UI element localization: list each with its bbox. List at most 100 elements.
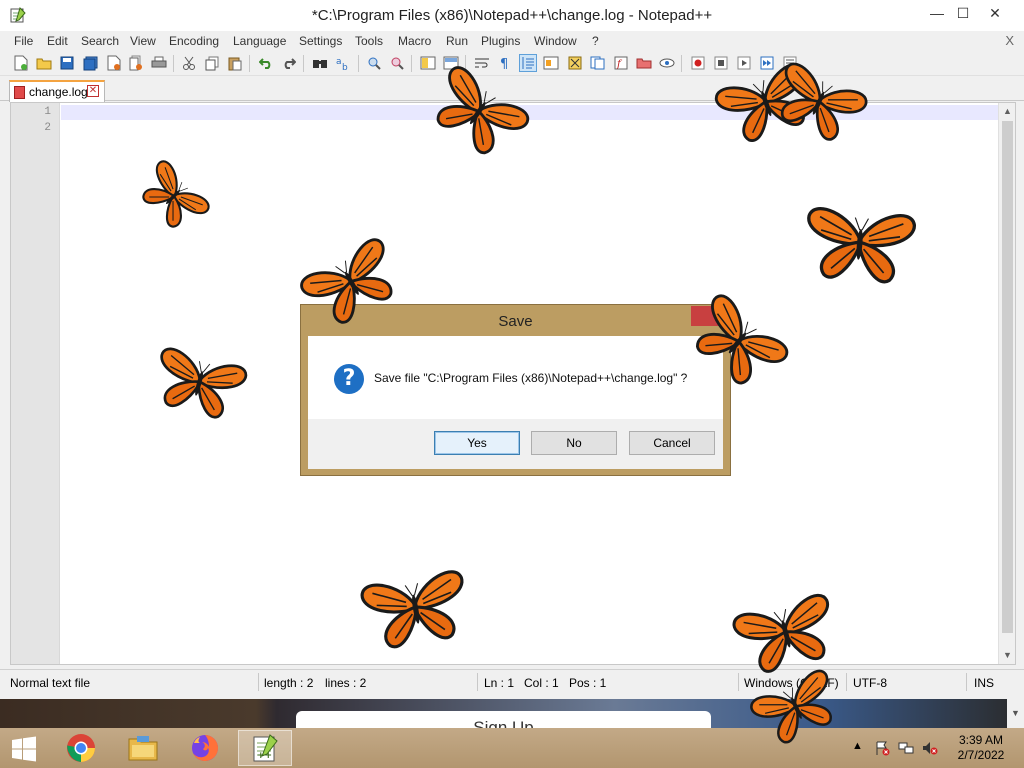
chrome-taskbar-button[interactable]	[54, 730, 108, 766]
close-file-icon[interactable]	[105, 54, 123, 72]
menu-help[interactable]: ?	[592, 34, 599, 48]
yes-button[interactable]: Yes	[434, 431, 520, 455]
undo-icon[interactable]	[257, 54, 275, 72]
print-icon[interactable]	[150, 54, 168, 72]
status-separator	[846, 673, 847, 691]
notepadpp-taskbar-button[interactable]: ++	[238, 730, 292, 766]
status-insert-mode: INS	[974, 676, 995, 690]
maximize-icon: ☐	[956, 4, 970, 21]
word-wrap-icon[interactable]	[473, 54, 491, 72]
menu-view[interactable]: View	[130, 34, 156, 48]
scroll-down-icon[interactable]: ▼	[1007, 699, 1024, 728]
save-macro-icon[interactable]	[781, 54, 799, 72]
menu-file[interactable]: File	[14, 34, 33, 48]
copy-icon[interactable]	[203, 54, 221, 72]
vertical-scrollbar[interactable]: ▲ ▼	[998, 103, 1015, 664]
close-button[interactable]: ✕	[978, 0, 1012, 26]
tab-label: change.log	[29, 85, 88, 99]
dialog-close-button[interactable]	[691, 306, 725, 326]
status-bar: Normal text file length : 2 lines : 2 Ln…	[0, 669, 1024, 694]
replace-icon[interactable]: ab	[334, 54, 352, 72]
save-icon[interactable]	[58, 54, 76, 72]
sync-horizontal-icon[interactable]	[442, 54, 460, 72]
save-all-icon[interactable]	[81, 54, 99, 72]
stop-macro-icon[interactable]	[712, 54, 730, 72]
dialog-message: Save file "C:\Program Files (x86)\Notepa…	[374, 371, 688, 385]
network-icon[interactable]	[898, 740, 914, 756]
action-center-flag-icon[interactable]	[874, 740, 890, 756]
close-document-button[interactable]: X	[1005, 33, 1014, 48]
menu-language[interactable]: Language	[233, 34, 286, 48]
menu-window[interactable]: Window	[534, 34, 577, 48]
new-file-icon[interactable]	[12, 54, 30, 72]
tab-close-icon[interactable]: ✕	[87, 85, 99, 97]
svg-text:¶: ¶	[500, 57, 508, 70]
doc-list-icon[interactable]	[589, 54, 607, 72]
line-number: 1	[44, 106, 51, 118]
toolbar-separator	[249, 55, 250, 72]
window-title: *C:\Program Files (x86)\Notepad++\change…	[311, 7, 713, 24]
menu-encoding[interactable]: Encoding	[169, 34, 219, 48]
indent-guide-icon[interactable]	[519, 54, 537, 72]
windows-start-icon[interactable]	[10, 736, 38, 762]
cut-icon[interactable]	[180, 54, 198, 72]
background-window: Sign Up ▼	[0, 699, 1024, 728]
no-button[interactable]: No	[531, 431, 617, 455]
clock-time: 3:39 AM	[958, 733, 1004, 747]
save-dialog: Save ? Save file "C:\Program Files (x86)…	[300, 304, 731, 476]
sync-vertical-icon[interactable]	[419, 54, 437, 72]
status-ln: Ln : 1	[484, 676, 515, 690]
cancel-button[interactable]: Cancel	[629, 431, 715, 455]
menu-search[interactable]: Search	[81, 34, 119, 48]
status-file-type: Normal text file	[10, 676, 91, 690]
record-macro-icon[interactable]	[689, 54, 707, 72]
signup-card[interactable]: Sign Up	[296, 711, 711, 728]
zoom-out-icon[interactable]	[388, 54, 406, 72]
clock-date: 2/7/2022	[957, 748, 1005, 762]
maximize-button[interactable]: ☐	[946, 0, 980, 26]
chrome-icon	[67, 734, 95, 762]
tab-bar: change.log ✕	[0, 77, 1024, 102]
menu-macro[interactable]: Macro	[398, 34, 431, 48]
scrollbar-thumb[interactable]	[1002, 121, 1013, 633]
monitoring-icon[interactable]	[658, 54, 676, 72]
zoom-in-icon[interactable]	[365, 54, 383, 72]
system-clock[interactable]: 3:39 AM 2/7/2022	[950, 733, 1012, 763]
document-map-icon[interactable]	[566, 54, 584, 72]
svg-text:a: a	[336, 57, 342, 67]
user-language-icon[interactable]	[542, 54, 560, 72]
status-separator	[477, 673, 478, 691]
firefox-taskbar-button[interactable]	[178, 730, 232, 766]
show-hidden-icons-button[interactable]: ▲	[852, 740, 863, 752]
status-lines: lines : 2	[325, 676, 367, 690]
paste-icon[interactable]	[226, 54, 244, 72]
play-macro-icon[interactable]	[735, 54, 753, 72]
folder-workspace-icon[interactable]	[635, 54, 653, 72]
scroll-down-icon[interactable]: ▼	[999, 647, 1016, 664]
menu-plugins[interactable]: Plugins	[481, 34, 520, 48]
find-icon[interactable]	[311, 54, 329, 72]
show-all-chars-icon[interactable]: ¶	[496, 54, 514, 72]
function-list-icon[interactable]: f	[612, 54, 630, 72]
question-icon: ?	[334, 364, 364, 394]
menu-run[interactable]: Run	[446, 34, 468, 48]
menu-bar: File Edit Search View Encoding Language …	[0, 31, 1024, 51]
tab-change-log[interactable]: change.log ✕	[9, 80, 105, 102]
redo-icon[interactable]	[280, 54, 298, 72]
open-file-icon[interactable]	[35, 54, 53, 72]
close-all-icon[interactable]	[127, 54, 145, 72]
volume-muted-icon[interactable]	[922, 740, 938, 756]
run-macro-multiple-icon[interactable]	[758, 54, 776, 72]
svg-text:++: ++	[257, 751, 272, 761]
menu-tools[interactable]: Tools	[355, 34, 383, 48]
file-explorer-taskbar-button[interactable]	[116, 730, 170, 766]
status-separator	[966, 673, 967, 691]
signup-button[interactable]: Sign Up	[296, 718, 711, 728]
menu-edit[interactable]: Edit	[47, 34, 68, 48]
unsaved-file-icon	[14, 86, 25, 99]
menu-settings[interactable]: Settings	[299, 34, 342, 48]
current-line-highlight	[61, 105, 999, 120]
minimize-icon: —	[930, 5, 944, 21]
status-encoding: UTF-8	[853, 676, 887, 690]
scroll-up-icon[interactable]: ▲	[999, 103, 1016, 120]
